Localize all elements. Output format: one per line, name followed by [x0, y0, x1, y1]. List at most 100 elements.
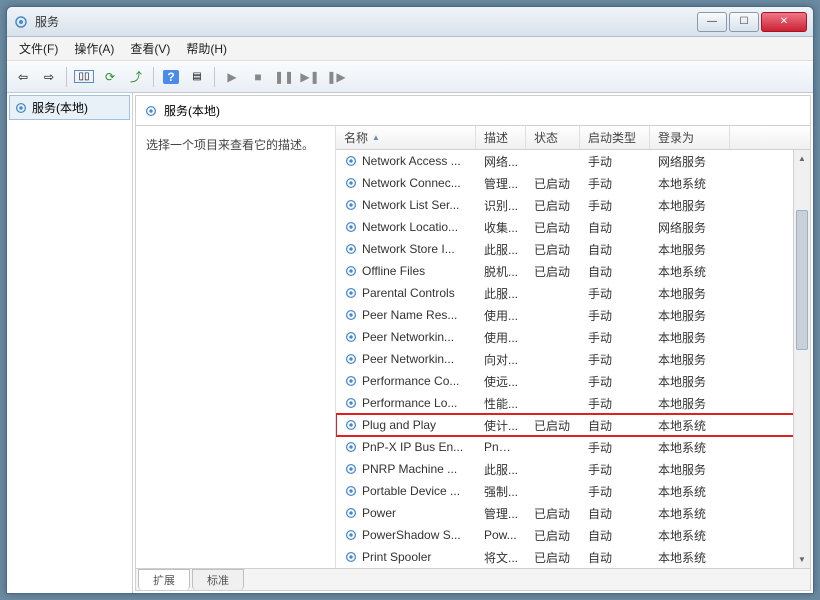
gear-icon	[344, 374, 358, 388]
service-row[interactable]: Print Spooler将文...已启动自动本地系统	[336, 546, 810, 568]
gear-icon	[344, 242, 358, 256]
content-area: 服务(本地) 服务(本地) 选择一个项目来查看它的描述。 名称▲ 描述 状态 启…	[7, 93, 813, 593]
scroll-up-icon[interactable]: ▲	[794, 150, 810, 167]
stop-service-button[interactable]: ■	[246, 65, 270, 89]
service-row[interactable]: Network Store I...此服...已启动自动本地服务	[336, 238, 810, 260]
service-startup-cell: 手动	[580, 461, 650, 478]
properties-button[interactable]: ▤	[185, 65, 209, 89]
tab-standard[interactable]: 标准	[192, 569, 244, 590]
pause-service-button[interactable]: ❚❚	[272, 65, 296, 89]
service-logon-cell: 本地系统	[650, 483, 730, 500]
service-desc-cell: 识别...	[476, 197, 526, 214]
arrow-left-icon: ⇦	[18, 70, 28, 84]
panel-icon: ▯▯	[74, 70, 93, 83]
tree-pane: 服务(本地)	[7, 93, 133, 593]
close-button[interactable]: ✕	[761, 12, 807, 32]
description-pane: 选择一个项目来查看它的描述。	[136, 126, 336, 568]
service-desc-cell: 使用...	[476, 307, 526, 324]
service-status-cell: 已启动	[526, 505, 580, 522]
service-row[interactable]: Peer Networkin...向对...手动本地服务	[336, 348, 810, 370]
back-button[interactable]: ⇦	[11, 65, 35, 89]
service-name-cell: Plug and Play	[336, 418, 476, 432]
service-desc-cell: 将文...	[476, 549, 526, 566]
service-logon-cell: 本地服务	[650, 329, 730, 346]
gear-icon	[344, 506, 358, 520]
service-row[interactable]: Network Access ...网络...手动网络服务	[336, 150, 810, 172]
service-row[interactable]: PnP-X IP Bus En...PnP-...手动本地系统	[336, 436, 810, 458]
service-row[interactable]: Offline Files脱机...已启动自动本地系统	[336, 260, 810, 282]
menu-help[interactable]: 帮助(H)	[178, 37, 235, 60]
service-startup-cell: 手动	[580, 483, 650, 500]
service-startup-cell: 自动	[580, 505, 650, 522]
step-service-button[interactable]: ▶❚	[298, 65, 322, 89]
scrollbar-vertical[interactable]: ▲ ▼	[793, 150, 810, 568]
service-logon-cell: 本地服务	[650, 241, 730, 258]
menu-action[interactable]: 操作(A)	[66, 37, 122, 60]
menu-view[interactable]: 查看(V)	[122, 37, 178, 60]
service-name-cell: Offline Files	[336, 264, 476, 278]
export-button[interactable]: ⤴	[124, 65, 148, 89]
column-name[interactable]: 名称▲	[336, 126, 476, 149]
service-name-cell: Print Spooler	[336, 550, 476, 564]
service-name-cell: Peer Networkin...	[336, 330, 476, 344]
stop-icon: ■	[254, 70, 261, 84]
service-row[interactable]: Performance Co...使远...手动本地服务	[336, 370, 810, 392]
service-desc-cell: 收集...	[476, 219, 526, 236]
service-desc-cell: 使计...	[476, 417, 526, 434]
column-description[interactable]: 描述	[476, 126, 526, 149]
pause-icon: ❚❚	[274, 70, 294, 84]
gear-icon	[344, 418, 358, 432]
menu-file[interactable]: 文件(F)	[11, 37, 66, 60]
service-status-cell: 已启动	[526, 527, 580, 544]
service-status-cell: 已启动	[526, 263, 580, 280]
maximize-button[interactable]: ☐	[729, 12, 759, 32]
gear-icon	[344, 396, 358, 410]
tab-extended[interactable]: 扩展	[138, 569, 190, 590]
service-row[interactable]: Network Locatio...收集...已启动自动网络服务	[336, 216, 810, 238]
service-row[interactable]: Power管理...已启动自动本地系统	[336, 502, 810, 524]
restart-service-button[interactable]: ❚▶	[324, 65, 348, 89]
gear-icon	[344, 484, 358, 498]
list-header: 名称▲ 描述 状态 启动类型 登录为	[336, 126, 810, 150]
service-status-cell: 已启动	[526, 417, 580, 434]
service-desc-cell: 强制...	[476, 483, 526, 500]
toolbar-separator	[66, 67, 67, 87]
column-status[interactable]: 状态	[526, 126, 580, 149]
service-row[interactable]: PNRP Machine ...此服...手动本地服务	[336, 458, 810, 480]
column-startup-type[interactable]: 启动类型	[580, 126, 650, 149]
scrollbar-thumb[interactable]	[796, 210, 808, 350]
service-desc-cell: 管理...	[476, 175, 526, 192]
scroll-down-icon[interactable]: ▼	[794, 551, 810, 568]
column-logon-as[interactable]: 登录为	[650, 126, 730, 149]
show-hide-tree-button[interactable]: ▯▯	[72, 65, 96, 89]
service-row[interactable]: Performance Lo...性能...手动本地服务	[336, 392, 810, 414]
service-desc-cell: 此服...	[476, 461, 526, 478]
service-startup-cell: 自动	[580, 527, 650, 544]
help-button[interactable]: ?	[159, 65, 183, 89]
service-name-cell: PnP-X IP Bus En...	[336, 440, 476, 454]
service-startup-cell: 自动	[580, 219, 650, 236]
titlebar[interactable]: 服务 — ☐ ✕	[7, 7, 813, 37]
service-status-cell: 已启动	[526, 219, 580, 236]
service-row[interactable]: PowerShadow S...Pow...已启动自动本地系统	[336, 524, 810, 546]
service-row[interactable]: Portable Device ...强制...手动本地系统	[336, 480, 810, 502]
service-row[interactable]: Peer Name Res...使用...手动本地服务	[336, 304, 810, 326]
service-row[interactable]: Network Connec...管理...已启动手动本地系统	[336, 172, 810, 194]
forward-button[interactable]: ⇨	[37, 65, 61, 89]
start-service-button[interactable]: ▶	[220, 65, 244, 89]
minimize-button[interactable]: —	[697, 12, 727, 32]
service-logon-cell: 本地服务	[650, 197, 730, 214]
service-status-cell: 已启动	[526, 175, 580, 192]
service-desc-cell: 网络...	[476, 153, 526, 170]
tree-root-item[interactable]: 服务(本地)	[9, 95, 130, 120]
refresh-button[interactable]: ⟳	[98, 65, 122, 89]
service-row[interactable]: Network List Ser...识别...已启动手动本地服务	[336, 194, 810, 216]
service-desc-cell: 性能...	[476, 395, 526, 412]
service-row[interactable]: Parental Controls此服...手动本地服务	[336, 282, 810, 304]
service-row[interactable]: Peer Networkin...使用...手动本地服务	[336, 326, 810, 348]
view-tabs: 扩展 标准	[136, 568, 810, 590]
service-row[interactable]: Plug and Play使计...已启动自动本地系统	[336, 414, 810, 436]
service-desc-cell: 此服...	[476, 241, 526, 258]
gear-icon	[344, 352, 358, 366]
export-icon: ⤴	[130, 68, 142, 85]
